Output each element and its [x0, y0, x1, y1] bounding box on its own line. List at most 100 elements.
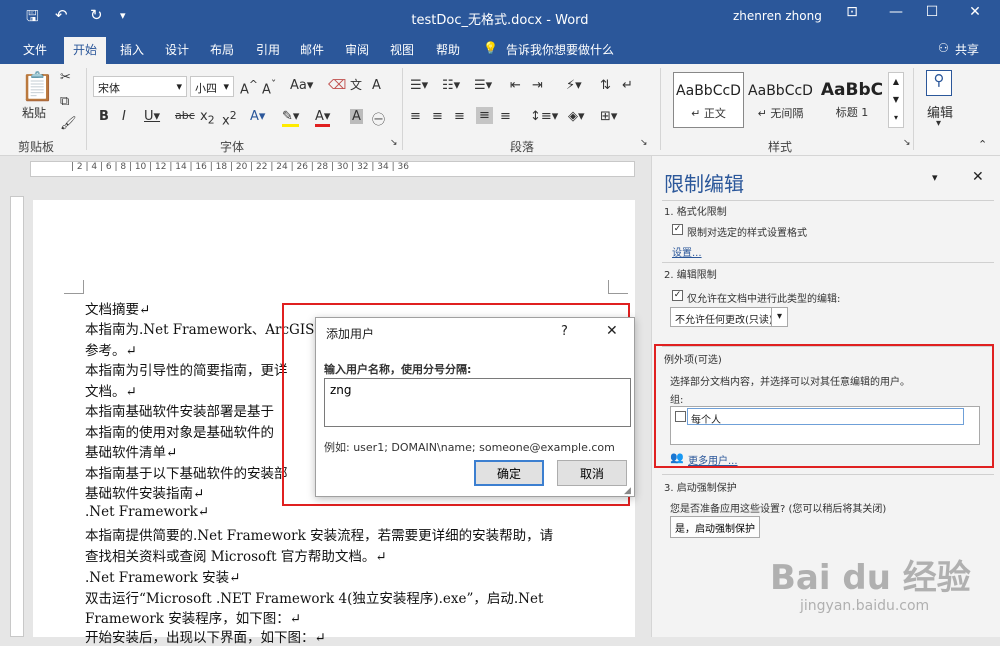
text-effects-icon[interactable]: A▾ — [250, 109, 265, 124]
multilevel-list-icon[interactable]: ☰▾ — [474, 78, 492, 93]
start-enforcing-button[interactable]: 是，启动强制保护 — [670, 516, 760, 538]
increase-indent-icon[interactable]: ⇥ — [532, 78, 543, 93]
doc-paragraph[interactable]: 文档。↵ — [85, 380, 137, 400]
ok-button[interactable]: 确定 — [474, 460, 544, 486]
borders-icon[interactable]: ⊞▾ — [600, 109, 617, 124]
doc-paragraph[interactable]: 本指南提供简要的.Net Framework 安装流程，若需要更详细的安装帮助，… — [85, 524, 553, 544]
doc-paragraph[interactable]: 本指南为引导性的简要指南，更详 — [85, 359, 288, 379]
styles-dialog-launcher-icon[interactable]: ↘ — [903, 138, 911, 148]
paragraph-dialog-launcher-icon[interactable]: ↘ — [640, 138, 648, 148]
numbering-icon[interactable]: ☷▾ — [442, 78, 460, 93]
font-size-select[interactable]: 小四 ▾ — [190, 76, 234, 97]
strikethrough-icon[interactable]: abc — [175, 109, 195, 122]
doc-paragraph[interactable]: 查找相关资料或查阅 Microsoft 官方帮助文档。↵ — [85, 545, 387, 565]
sort-icon[interactable]: ⇅ — [600, 78, 611, 93]
doc-paragraph[interactable]: 开始安装后，出现以下界面，如下图：↵ — [85, 626, 326, 646]
style-no-spacing[interactable]: AaBbCcD ↵ 无间隔 — [745, 72, 816, 128]
doc-heading[interactable]: .Net Framework 安装↵ — [85, 566, 240, 586]
tab-review[interactable]: 审阅 — [345, 41, 369, 58]
tab-home[interactable]: 开始 — [64, 37, 107, 64]
copy-icon[interactable]: ⧉ — [60, 94, 69, 109]
settings-link[interactable]: 设置... — [672, 244, 702, 259]
help-button[interactable]: ? — [561, 324, 568, 339]
doc-paragraph[interactable]: 双击运行“Microsoft .NET Framework 4(独立安装程序).… — [85, 587, 543, 607]
subscript-icon[interactable]: x2 — [200, 109, 215, 127]
doc-paragraph[interactable]: 本指南的使用对象是基础软件的 — [85, 421, 274, 441]
enclose-characters-icon[interactable]: ㊀ — [372, 109, 385, 128]
share-icon[interactable]: ⚇ — [938, 41, 949, 55]
style-heading-1[interactable]: AaBbC 标题 1 — [817, 72, 887, 128]
decrease-indent-icon[interactable]: ⇤ — [510, 78, 521, 93]
doc-paragraph[interactable]: 文档摘要↵ — [85, 298, 150, 318]
horizontal-ruler[interactable]: | 2 | 4 | 6 | 8 | 10 | 12 | 14 | 16 | 18… — [30, 161, 635, 177]
vertical-ruler[interactable] — [10, 196, 24, 637]
share-button[interactable]: 共享 — [955, 41, 979, 58]
pane-close-icon[interactable]: ✕ — [972, 169, 984, 185]
tab-file[interactable]: 文件 — [23, 41, 47, 58]
distributed-icon[interactable]: ≡ — [500, 109, 511, 124]
tab-insert[interactable]: 插入 — [120, 41, 144, 58]
bold-icon[interactable]: B — [99, 109, 109, 124]
character-shading-icon[interactable]: A — [350, 109, 363, 124]
tab-layout[interactable]: 布局 — [210, 41, 234, 58]
justify-icon[interactable]: ≡ — [476, 107, 493, 124]
editing-type-select[interactable]: 不允许任何更改(只读) ▾ — [670, 307, 788, 327]
phonetic-guide-icon[interactable]: 文 — [350, 76, 362, 93]
chinese-layout-icon[interactable]: ⚡▾ — [566, 78, 582, 93]
editing-restriction-checkbox[interactable]: ✓ — [672, 290, 683, 301]
cancel-button[interactable]: 取消 — [557, 460, 627, 486]
collapse-ribbon-icon[interactable]: ⌃ — [978, 138, 987, 151]
paste-button[interactable]: 粘贴 — [22, 104, 46, 121]
dialog-close-button[interactable]: ✕ — [606, 323, 618, 339]
doc-paragraph[interactable]: Framework 安装程序，如下图：↵ — [85, 607, 301, 627]
doc-paragraph[interactable]: 基础软件清单↵ — [85, 441, 177, 461]
font-color-icon[interactable]: A▾ — [315, 109, 331, 127]
tab-view[interactable]: 视图 — [390, 41, 414, 58]
align-right-icon[interactable]: ≡ — [454, 109, 465, 124]
change-case-icon[interactable]: Aa▾ — [290, 78, 313, 93]
format-painter-icon[interactable]: 🖌 — [60, 116, 77, 131]
watermark-url: jingyan.baidu.com — [800, 598, 930, 614]
search-icon[interactable]: ⚲ — [926, 70, 952, 96]
paste-icon[interactable]: 📋 — [20, 70, 55, 103]
doc-paragraph[interactable]: 本指南基础软件安装部署是基于 — [85, 400, 274, 420]
doc-paragraph[interactable]: 基础软件安装指南↵ — [85, 482, 204, 502]
ribbon-display-icon[interactable]: ⊡ — [832, 4, 872, 20]
grow-font-icon[interactable]: A^ — [240, 78, 258, 97]
line-spacing-icon[interactable]: ↕≡▾ — [530, 109, 558, 124]
minimize-button[interactable]: — — [876, 4, 916, 20]
maximize-button[interactable]: ☐ — [912, 4, 952, 20]
doc-paragraph[interactable]: 本指南基于以下基础软件的安装部 — [85, 462, 288, 482]
doc-heading[interactable]: .Net Framework↵ — [85, 504, 209, 520]
pane-options-icon[interactable]: ▾ — [932, 171, 938, 184]
clear-formatting-icon[interactable]: ⌫ — [328, 78, 346, 93]
format-restriction-checkbox[interactable]: ✓ — [672, 224, 683, 235]
shrink-font-icon[interactable]: Aˇ — [262, 78, 276, 97]
align-center-icon[interactable]: ≡ — [432, 109, 443, 124]
underline-icon[interactable]: U▾ — [144, 109, 160, 124]
tab-references[interactable]: 引用 — [256, 41, 280, 58]
bullets-icon[interactable]: ☰▾ — [410, 78, 428, 93]
italic-icon[interactable]: I — [122, 109, 126, 124]
user-name[interactable]: zhenren zhong — [733, 9, 822, 23]
show-marks-icon[interactable]: ↵ — [622, 78, 633, 93]
highlight-icon[interactable]: ✎▾ — [282, 109, 300, 127]
close-button[interactable]: ✕ — [955, 4, 995, 20]
styles-scroll[interactable]: ▲ ▼ ▾ — [888, 72, 904, 128]
resize-grip-icon[interactable]: ◢ — [624, 486, 631, 496]
shading-icon[interactable]: ◈▾ — [568, 109, 585, 124]
align-left-icon[interactable]: ≡ — [410, 109, 421, 124]
style-normal[interactable]: AaBbCcD ↵ 正文 — [673, 72, 744, 128]
superscript-icon[interactable]: x2 — [222, 109, 237, 128]
tab-help[interactable]: 帮助 — [436, 41, 460, 58]
tell-me-search[interactable]: 告诉我你想要做什么 — [506, 41, 614, 58]
doc-paragraph[interactable]: 参考。↵ — [85, 339, 137, 359]
font-dialog-launcher-icon[interactable]: ↘ — [390, 138, 398, 148]
annotation-highlight-exceptions — [654, 344, 994, 468]
font-name-select[interactable]: 宋体 ▾ — [93, 76, 187, 97]
cut-icon[interactable]: ✂ — [60, 70, 71, 85]
character-border-icon[interactable]: A — [372, 78, 381, 93]
user-names-input[interactable] — [324, 378, 631, 427]
tab-design[interactable]: 设计 — [165, 41, 189, 58]
tab-mailings[interactable]: 邮件 — [300, 41, 324, 58]
